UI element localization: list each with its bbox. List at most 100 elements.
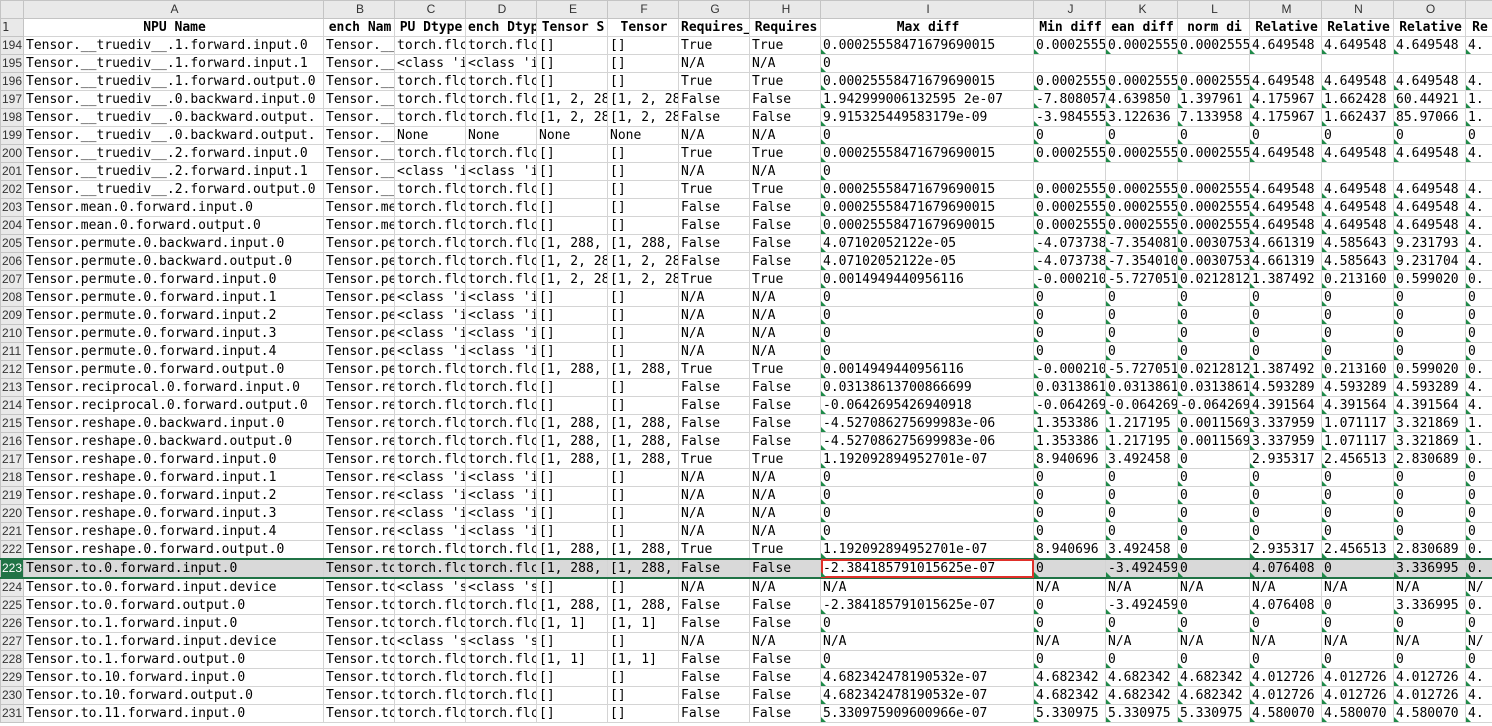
table-cell[interactable]: 0.00025558471679690015: [820, 198, 1034, 217]
table-cell[interactable]: 0.: [1465, 540, 1492, 560]
column-header-h[interactable]: H: [749, 0, 821, 19]
table-cell[interactable]: False: [749, 650, 821, 669]
table-cell[interactable]: torch.flc: [394, 614, 466, 633]
table-cell[interactable]: [1465, 162, 1492, 181]
table-cell[interactable]: N/A: [820, 632, 1034, 651]
table-cell[interactable]: 0: [820, 504, 1034, 523]
table-cell[interactable]: Tensor.__: [323, 144, 395, 163]
table-cell[interactable]: Tensor.to.1.forward.output.0: [23, 650, 324, 669]
table-cell[interactable]: 1.192092894952701e-07: [820, 450, 1034, 469]
table-cell[interactable]: [1, 2, 28: [536, 90, 608, 109]
table-cell[interactable]: <class 'i: [394, 324, 466, 343]
table-cell[interactable]: False: [749, 378, 821, 397]
table-cell[interactable]: 0: [820, 54, 1034, 73]
table-cell[interactable]: 1.: [1465, 414, 1492, 433]
table-cell[interactable]: 0: [820, 650, 1034, 669]
table-cell[interactable]: Tensor.__truediv__.2.forward.input.0: [23, 144, 324, 163]
row-number[interactable]: 196: [0, 72, 24, 91]
table-cell[interactable]: Tensor.tc: [323, 632, 395, 651]
table-cell[interactable]: N/A: [1393, 577, 1466, 597]
table-cell[interactable]: torch.flc: [465, 360, 537, 379]
table-cell[interactable]: []: [607, 577, 679, 597]
table-cell[interactable]: Tensor.re: [323, 540, 395, 560]
table-cell[interactable]: 1.: [1465, 432, 1492, 451]
table-cell[interactable]: Tensor.tc: [323, 668, 395, 687]
row-number[interactable]: 198: [0, 108, 24, 127]
table-cell[interactable]: 0: [820, 288, 1034, 307]
table-cell[interactable]: 0: [1465, 126, 1492, 145]
table-cell[interactable]: [1, 288,: [536, 450, 608, 469]
column-header-f[interactable]: F: [607, 0, 679, 19]
table-cell[interactable]: 4.: [1465, 704, 1492, 723]
table-cell[interactable]: []: [536, 396, 608, 415]
table-cell[interactable]: Tensor.tc: [323, 650, 395, 669]
table-cell[interactable]: Tensor.__: [323, 108, 395, 127]
table-cell[interactable]: 0.0002555: [1177, 72, 1250, 91]
table-cell[interactable]: False: [678, 108, 750, 127]
table-cell[interactable]: [1, 1]: [536, 614, 608, 633]
table-cell[interactable]: -3.492459: [1105, 596, 1178, 615]
table-cell[interactable]: 1.071117: [1321, 414, 1394, 433]
row-number[interactable]: 208: [0, 288, 24, 307]
table-cell[interactable]: torch.flc: [394, 270, 466, 289]
table-cell[interactable]: 4.: [1465, 72, 1492, 91]
table-cell[interactable]: 0: [1249, 650, 1322, 669]
column-title-cell[interactable]: Requires_: [678, 18, 750, 37]
table-cell[interactable]: Tensor.reshape.0.backward.input.0: [23, 414, 324, 433]
table-cell[interactable]: 0: [1465, 468, 1492, 487]
table-cell[interactable]: N/A: [1321, 577, 1394, 597]
table-cell[interactable]: True: [749, 360, 821, 379]
table-cell[interactable]: False: [749, 614, 821, 633]
table-cell[interactable]: 4.: [1465, 396, 1492, 415]
table-cell[interactable]: 0.0002555: [1105, 216, 1178, 235]
table-cell[interactable]: 4.649548: [1393, 72, 1466, 91]
table-cell[interactable]: 0: [1321, 342, 1394, 361]
table-cell[interactable]: False: [749, 252, 821, 271]
table-cell[interactable]: 4.682342: [1105, 668, 1178, 687]
column-header-a[interactable]: A: [23, 0, 324, 19]
table-cell[interactable]: N/A: [678, 306, 750, 325]
table-cell[interactable]: 0: [1393, 468, 1466, 487]
table-cell[interactable]: 3.336995: [1393, 596, 1466, 615]
table-cell[interactable]: []: [536, 632, 608, 651]
table-cell[interactable]: N/A: [1177, 577, 1250, 597]
table-cell[interactable]: 0: [1033, 468, 1106, 487]
column-header-j[interactable]: J: [1033, 0, 1106, 19]
table-cell[interactable]: 0.00025558471679690015: [820, 144, 1034, 163]
table-cell[interactable]: Tensor.pe: [323, 342, 395, 361]
table-cell[interactable]: []: [536, 504, 608, 523]
table-cell[interactable]: 4.649548: [1393, 36, 1466, 55]
table-cell[interactable]: Tensor.tc: [323, 558, 395, 579]
table-cell[interactable]: -3.984555: [1033, 108, 1106, 127]
row-number[interactable]: 219: [0, 486, 24, 505]
table-cell[interactable]: torch.flc: [394, 540, 466, 560]
table-cell[interactable]: <class 'i: [465, 522, 537, 541]
table-cell[interactable]: 0: [820, 324, 1034, 343]
table-cell[interactable]: True: [749, 450, 821, 469]
table-cell[interactable]: N/A: [749, 632, 821, 651]
table-cell[interactable]: torch.flc: [465, 668, 537, 687]
table-cell[interactable]: -4.073738: [1033, 252, 1106, 271]
table-cell[interactable]: []: [607, 216, 679, 235]
table-cell[interactable]: None: [465, 126, 537, 145]
table-cell[interactable]: 4.682342: [1177, 686, 1250, 705]
table-cell[interactable]: []: [607, 686, 679, 705]
table-cell[interactable]: 0.0011569: [1177, 414, 1250, 433]
table-cell[interactable]: Tensor.reshape.0.forward.input.1: [23, 468, 324, 487]
table-cell[interactable]: 4.580070: [1393, 704, 1466, 723]
table-cell[interactable]: <class 'i: [394, 162, 466, 181]
table-cell[interactable]: [1, 288,: [607, 596, 679, 615]
table-cell[interactable]: Tensor.__truediv__.1.forward.output.0: [23, 72, 324, 91]
table-cell[interactable]: N/A: [749, 522, 821, 541]
table-cell[interactable]: 0: [1249, 126, 1322, 145]
table-cell[interactable]: []: [607, 704, 679, 723]
table-cell[interactable]: 0: [1465, 342, 1492, 361]
table-cell[interactable]: 5.330975909600966e-07: [820, 704, 1034, 723]
table-cell[interactable]: Tensor.to.0.forward.input.device: [23, 577, 324, 597]
table-cell[interactable]: []: [607, 632, 679, 651]
table-cell[interactable]: 0.03138613700866699: [820, 378, 1034, 397]
table-cell[interactable]: 4.: [1465, 180, 1492, 199]
table-cell[interactable]: 0.0002555: [1033, 216, 1106, 235]
table-cell[interactable]: Tensor.to.11.forward.input.0: [23, 704, 324, 723]
table-cell[interactable]: 0: [1033, 306, 1106, 325]
